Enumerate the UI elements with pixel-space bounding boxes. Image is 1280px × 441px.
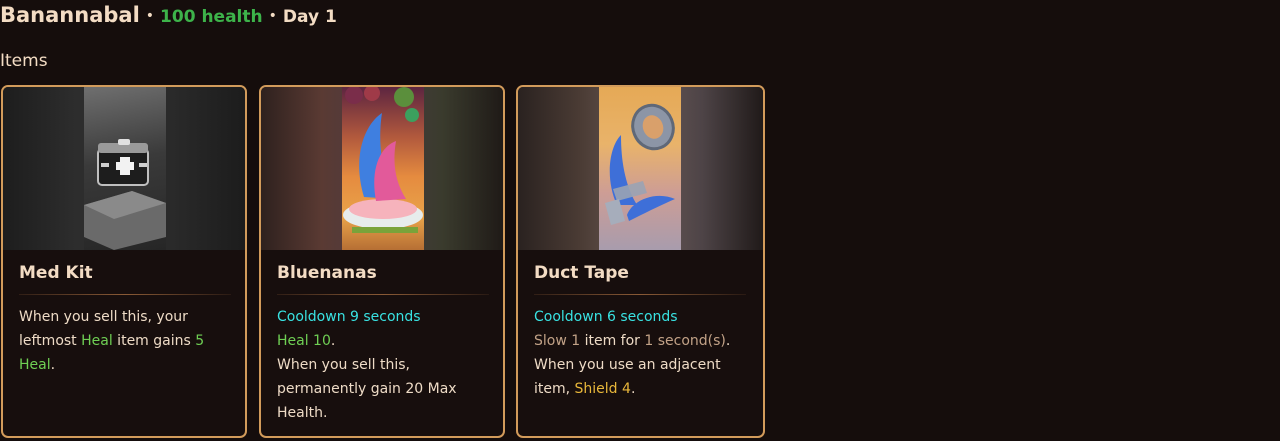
cooldown-text: Cooldown 6 seconds bbox=[534, 309, 678, 325]
desc-text: item for bbox=[580, 333, 645, 349]
item-name: Bluenanas bbox=[277, 263, 377, 283]
separator-dot: • bbox=[145, 8, 155, 24]
item-name: Duct Tape bbox=[534, 263, 629, 283]
day-label: Day 1 bbox=[282, 7, 337, 27]
player-name: Banannabal bbox=[0, 3, 140, 27]
slow-line: Slow 1 item for 1 second(s). bbox=[534, 329, 754, 353]
desc-text: . bbox=[330, 333, 336, 349]
desc-text: . bbox=[725, 333, 731, 349]
health-value: 100 health bbox=[160, 7, 263, 27]
cooldown-text: Cooldown 9 seconds bbox=[277, 309, 421, 325]
separator-dot: • bbox=[268, 8, 277, 24]
item-card-bluenanas[interactable]: Bluenanas Cooldown 9 seconds Heal 10. Wh… bbox=[259, 85, 505, 438]
heal-amount: Heal 10 bbox=[277, 333, 331, 349]
shield-amount: Shield 4 bbox=[574, 381, 631, 397]
title-divider bbox=[277, 294, 489, 295]
heal-line: Heal 10. bbox=[277, 329, 497, 353]
desc-text: When you sell this, permanently gain 20 … bbox=[277, 357, 457, 421]
title-divider bbox=[19, 294, 231, 295]
shield-line: When you use an adjacent item, Shield 4. bbox=[534, 353, 754, 401]
slow-duration: 1 second(s) bbox=[644, 333, 726, 349]
desc-text: item gains bbox=[112, 333, 196, 349]
item-description: When you sell this, your leftmost Heal i… bbox=[19, 305, 239, 377]
duct-tape-image bbox=[518, 87, 763, 250]
item-description: Cooldown 6 seconds Slow 1 item for 1 sec… bbox=[534, 305, 754, 401]
header: Banannabal • 100 health • Day 1 bbox=[0, 3, 337, 33]
bluenanas-image bbox=[261, 87, 503, 250]
item-description: Cooldown 9 seconds Heal 10. When you sel… bbox=[277, 305, 497, 425]
items-section-title: Items bbox=[0, 51, 48, 71]
desc-text: . bbox=[630, 381, 636, 397]
med-kit-image bbox=[3, 87, 245, 250]
heal-keyword: Heal bbox=[81, 333, 113, 349]
item-card-med-kit[interactable]: Med Kit When you sell this, your leftmos… bbox=[1, 85, 247, 438]
desc-text: . bbox=[50, 357, 56, 373]
slow-keyword: Slow 1 bbox=[534, 333, 581, 349]
item-card-duct-tape[interactable]: Duct Tape Cooldown 6 seconds Slow 1 item… bbox=[516, 85, 765, 438]
title-divider bbox=[534, 294, 746, 295]
item-name: Med Kit bbox=[19, 263, 93, 283]
